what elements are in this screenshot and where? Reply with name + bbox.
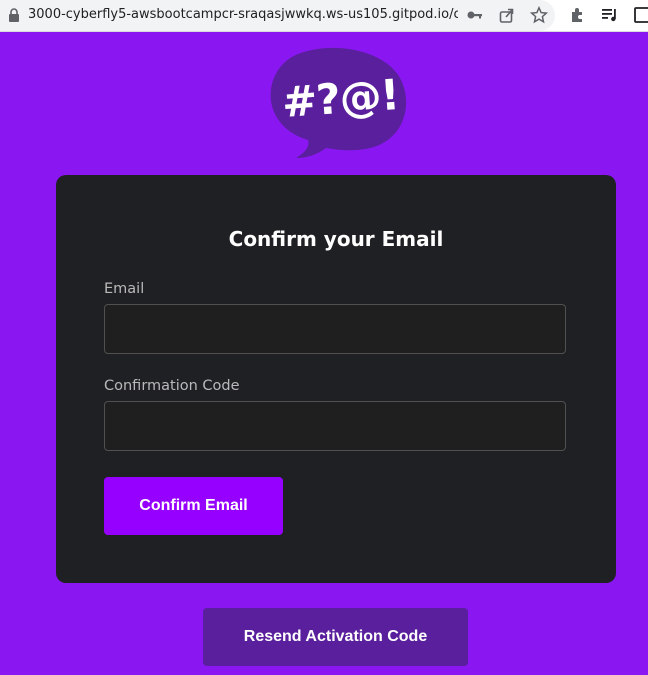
- card-title: Confirm your Email: [228, 227, 444, 251]
- confirm-email-card: Confirm your Email Email Confirmation Co…: [56, 175, 616, 583]
- sidebar-icon[interactable]: [633, 6, 648, 24]
- extensions-icon[interactable]: [569, 6, 587, 24]
- url-text[interactable]: 3000-cyberfly5-awsbootcampcr-sraqasjwwkq…: [28, 7, 458, 22]
- browser-toolbar: 3000-cyberfly5-awsbootcampcr-sraqasjwwkq…: [0, 0, 648, 32]
- page: #?@! Confirm your Email Email Confirmati…: [0, 32, 648, 675]
- lock-icon[interactable]: [8, 8, 20, 22]
- star-icon[interactable]: [530, 6, 548, 24]
- share-icon[interactable]: [498, 6, 516, 24]
- confirmation-code-field[interactable]: [104, 401, 566, 451]
- email-field[interactable]: [104, 304, 566, 354]
- media-control-icon[interactable]: [601, 6, 619, 24]
- address-bar[interactable]: 3000-cyberfly5-awsbootcampcr-sraqasjwwkq…: [0, 0, 555, 31]
- resend-activation-code-button[interactable]: Resend Activation Code: [203, 608, 468, 666]
- logo-text: #?@!: [280, 69, 401, 128]
- confirmation-code-label: Confirmation Code: [104, 378, 240, 394]
- confirm-email-button[interactable]: Confirm Email: [104, 477, 283, 535]
- logo: #?@!: [266, 44, 408, 162]
- key-icon[interactable]: [466, 6, 484, 24]
- email-label: Email: [104, 281, 145, 297]
